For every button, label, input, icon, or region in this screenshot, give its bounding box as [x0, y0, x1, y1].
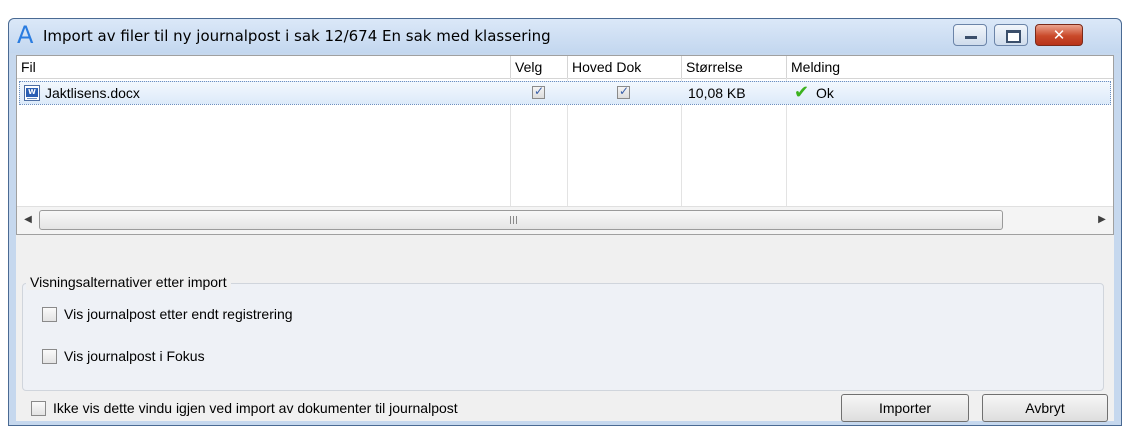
import-button[interactable]: Importer [841, 394, 969, 422]
grid-header: Fil Velg Hoved Dok Størrelse Melding [17, 56, 1113, 79]
show-in-focus-checkbox[interactable] [42, 349, 57, 364]
show-after-registration-checkbox[interactable] [42, 307, 57, 322]
table-row[interactable]: W Jaktlisens.docx ✓ ✓ 10,08 KB ✔ Ok [19, 81, 1111, 105]
status-message: Ok [816, 85, 834, 101]
column-header-file[interactable]: Fil [17, 56, 511, 78]
maximize-button[interactable] [994, 24, 1028, 46]
file-grid[interactable]: Fil Velg Hoved Dok Størrelse Melding W J… [16, 55, 1114, 235]
app-icon: A [17, 21, 34, 49]
file-size: 10,08 KB [688, 85, 746, 101]
minimize-icon [965, 36, 977, 39]
scroll-thumb[interactable] [39, 210, 1003, 230]
ok-check-icon: ✔ [794, 82, 810, 103]
dont-show-again-checkbox[interactable] [31, 401, 46, 416]
file-name: Jaktlisens.docx [45, 85, 140, 101]
scroll-right-arrow-icon[interactable]: ▶ [1095, 213, 1109, 227]
view-options-group [22, 283, 1104, 391]
scroll-left-arrow-icon[interactable]: ◀ [21, 213, 35, 227]
title-bar[interactable]: A Import av filer til ny journalpost i s… [9, 19, 1121, 53]
close-button[interactable]: ✕ [1035, 24, 1083, 46]
close-icon: ✕ [1052, 26, 1066, 44]
import-dialog: A Import av filer til ny journalpost i s… [8, 18, 1122, 426]
grip-icon [510, 216, 519, 224]
dont-show-again-label: Ikke vis dette vindu igjen ved import av… [53, 400, 458, 416]
show-in-focus-label: Vis journalpost i Fokus [64, 348, 205, 364]
column-header-select[interactable]: Velg [511, 56, 568, 78]
maximize-icon [1006, 30, 1021, 43]
checkmark-icon: ✓ [533, 84, 545, 98]
dialog-body: Fil Velg Hoved Dok Størrelse Melding W J… [16, 55, 1114, 422]
show-after-registration-label: Vis journalpost etter endt registrering [64, 306, 293, 322]
word-document-icon: W [24, 85, 40, 101]
horizontal-scrollbar[interactable]: ◀ ▶ [17, 206, 1113, 234]
select-checkbox[interactable]: ✓ [532, 84, 545, 99]
view-options-legend: Visningsalternativer etter import [26, 274, 231, 290]
column-header-size[interactable]: Størrelse [682, 56, 787, 78]
minimize-button[interactable] [953, 24, 987, 46]
checkmark-icon: ✓ [618, 84, 630, 98]
column-header-message[interactable]: Melding [787, 56, 1113, 78]
cancel-button[interactable]: Avbryt [982, 394, 1108, 422]
main-doc-checkbox[interactable]: ✓ [617, 84, 630, 99]
window-title: Import av filer til ny journalpost i sak… [43, 27, 551, 45]
column-header-main-doc[interactable]: Hoved Dok [568, 56, 682, 78]
